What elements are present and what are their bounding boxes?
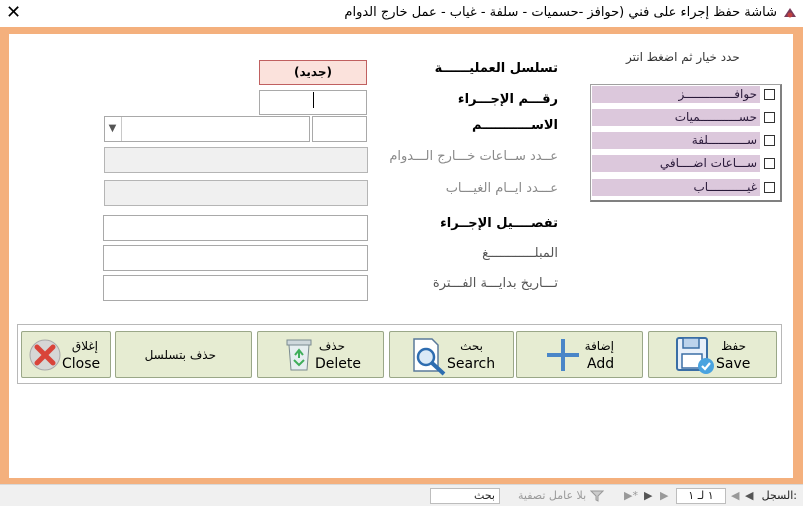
checkbox-advance[interactable] [764, 135, 775, 146]
save-button[interactable]: حفظ Save [648, 331, 777, 378]
add-label-en: Add [587, 356, 615, 372]
serial-label: تسلسل العمليــــــة [434, 61, 558, 76]
absence-field [104, 180, 368, 206]
checkbox-overtime[interactable] [764, 158, 775, 169]
add-label-ar: إضافة [584, 339, 614, 353]
absence-label: عـــدد ايــام الغيـــاب [445, 181, 558, 196]
checkbox-incentives[interactable] [764, 89, 775, 100]
close-icon [29, 339, 61, 371]
checkbox-absence[interactable] [764, 182, 775, 193]
detail-field[interactable] [103, 215, 368, 241]
amount-field[interactable] [103, 245, 368, 271]
overtime-label: عــدد ســاعات خـــارج الـــدوام [389, 149, 558, 164]
search-label-ar: بحث [460, 339, 483, 353]
delete-label-ar: حذف [318, 339, 345, 353]
delete-serial-label: حذف بتسلسل [144, 348, 216, 362]
employee-code-field[interactable] [312, 116, 367, 142]
last-record-button[interactable]: ▶ [644, 489, 652, 502]
name-label: الاســـــــــــم [472, 118, 558, 133]
new-record-button[interactable]: ▶* [624, 489, 638, 502]
search-label-en: Search [447, 356, 496, 372]
checkbox-deductions[interactable] [764, 112, 775, 123]
prev-record-button[interactable]: ◀ [731, 489, 739, 502]
add-button[interactable]: إضافة Add [516, 331, 643, 378]
detail-label: تفصــــيل الإجــراء [440, 216, 558, 231]
delete-button[interactable]: حذف Delete [257, 331, 384, 378]
close-window-button[interactable]: ✕ [6, 2, 21, 24]
next-record-button[interactable]: ▶ [660, 489, 668, 502]
serial-field: (جديد) [259, 60, 367, 85]
save-icon [676, 337, 714, 374]
text-caret [313, 92, 314, 108]
filter-icon [590, 490, 604, 502]
delete-serial-button[interactable]: حذف بتسلسل [115, 331, 252, 378]
search-button[interactable]: بحث Search [389, 331, 514, 378]
option-incentives[interactable]: حوافــــــــــــــز [592, 86, 760, 103]
filter-status[interactable]: بلا عامل تصفية [518, 489, 586, 502]
overtime-field [104, 147, 368, 173]
record-navigation-bar: السجل: ◀ ◀ ١ لـ ١ ▶ ▶ ▶* بلا عامل تصفية … [0, 484, 803, 506]
option-overtime[interactable]: ســـاعات اضــــافي [592, 155, 760, 172]
close-label-ar: إغلاق [71, 339, 98, 353]
record-position-field[interactable]: ١ لـ ١ [676, 488, 726, 504]
window-title: شاشة حفظ إجراء على فني (حوافز -حسميات - … [344, 5, 777, 20]
first-record-button[interactable]: ◀ [745, 489, 753, 502]
main-window: شاشة حفظ إجراء على فني (حوافز -حسميات - … [0, 0, 803, 506]
search-icon [413, 338, 446, 376]
close-button[interactable]: إغلاق Close [21, 331, 111, 378]
start-date-field[interactable] [103, 275, 368, 301]
amount-label: المبلــــــــــــغ [482, 246, 558, 261]
save-label-ar: حفظ [721, 339, 746, 353]
search-box[interactable]: بحث [430, 488, 500, 504]
plus-icon [547, 339, 579, 371]
chevron-down-icon[interactable]: ▼ [104, 117, 122, 141]
save-label-en: Save [716, 356, 751, 372]
employee-name-combo[interactable] [104, 116, 310, 142]
delete-label-en: Delete [315, 356, 361, 372]
choice-instruction: حدد خيار ثم اضغط انتر [626, 50, 740, 64]
proc-no-label: رقـــم الإجـــراء [457, 92, 558, 107]
option-absence[interactable]: غيـــــــــــاب [592, 179, 760, 196]
app-icon [784, 8, 796, 18]
start-date-label: تـــاريخ بدايـــة الفـــترة [432, 276, 558, 291]
close-label-en: Close [62, 356, 101, 372]
title-bar: شاشة حفظ إجراء على فني (حوافز -حسميات - … [0, 0, 803, 28]
recycle-bin-icon [286, 339, 312, 371]
option-deductions[interactable]: حســـــــــــميات [592, 109, 760, 126]
record-label: السجل: [761, 489, 797, 502]
option-advance[interactable]: ســـــــــــلفة [592, 132, 760, 149]
